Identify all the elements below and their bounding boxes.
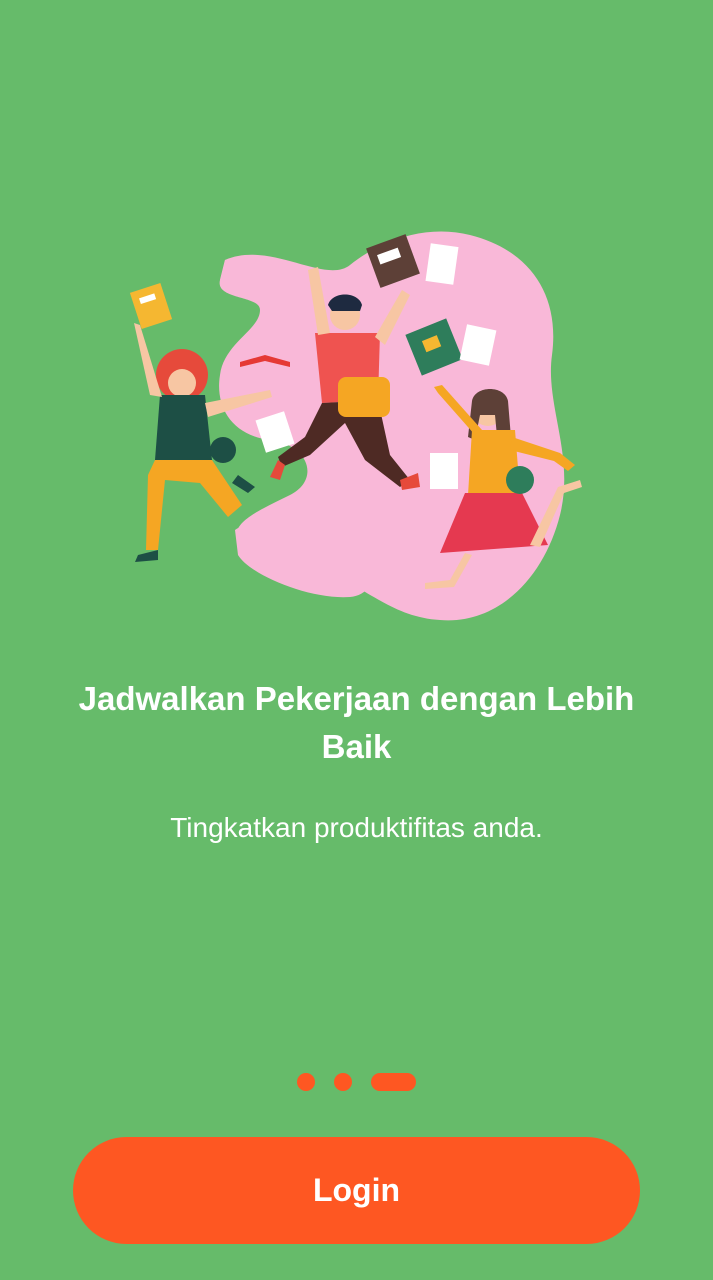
page-indicator (0, 1073, 713, 1091)
page-dot-1[interactable] (297, 1073, 315, 1091)
login-button[interactable]: Login (73, 1137, 640, 1244)
onboarding-subtitle: Tingkatkan produktifitas anda. (170, 812, 543, 843)
students-celebrating-illustration (129, 231, 582, 621)
onboarding-title: Jadwalkan Pekerjaan dengan Lebih Baik (78, 680, 635, 765)
page-dot-3-active[interactable] (371, 1073, 416, 1091)
page-dot-2[interactable] (334, 1073, 352, 1091)
